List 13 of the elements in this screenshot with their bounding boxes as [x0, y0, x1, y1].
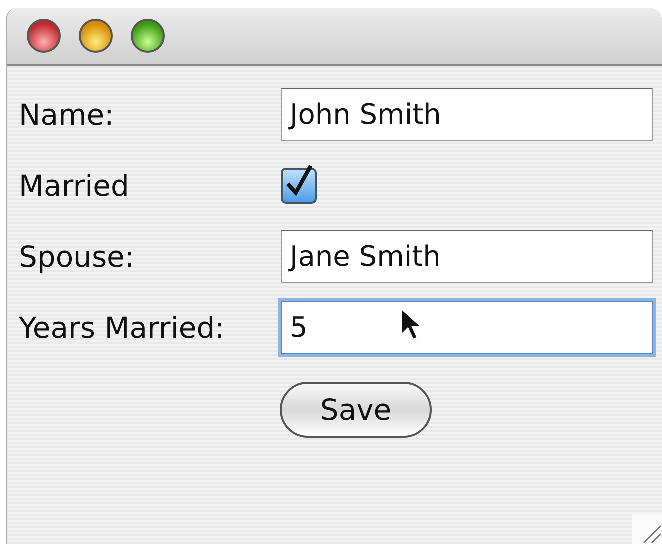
- field-label: Name:: [19, 98, 116, 132]
- text-field[interactable]: John Smith: [281, 88, 653, 141]
- close-button[interactable]: [27, 19, 61, 53]
- minimize-button[interactable]: [79, 19, 113, 53]
- save-button[interactable]: Save: [280, 382, 432, 438]
- field-label: Married: [19, 168, 130, 202]
- field-label: Spouse:: [19, 240, 136, 274]
- text-field[interactable]: 5: [281, 301, 653, 354]
- zoom-button[interactable]: [131, 19, 165, 53]
- resize-grip-icon: [632, 514, 662, 544]
- checkbox[interactable]: [281, 168, 317, 204]
- text-field[interactable]: Jane Smith: [281, 230, 653, 283]
- field-label: Years Married:: [19, 310, 226, 344]
